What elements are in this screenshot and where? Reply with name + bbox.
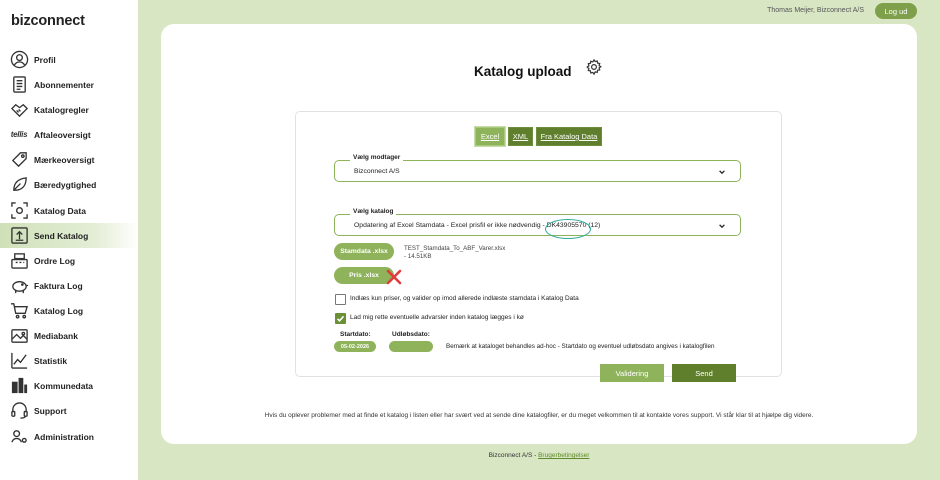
chevron-down-icon <box>719 224 725 229</box>
gear-icon[interactable] <box>585 58 603 76</box>
validate-button[interactable]: Validering <box>600 364 664 382</box>
sidebar: bizconnect Profil Abonnementer Katalogre… <box>0 0 138 480</box>
sidebar-item-faktura-log[interactable]: Faktura Log <box>0 273 138 298</box>
sidebar-item-support[interactable]: Support <box>0 398 138 423</box>
chevron-down-icon <box>719 170 725 175</box>
sidebar-item-label: Statistik <box>34 355 68 366</box>
footer-company: Bizconnect A/S <box>488 452 533 459</box>
sidebar-item-label: Mediabank <box>34 330 78 341</box>
upload-form: Excel XML Fra Katalog Data Vælg modtager… <box>295 111 782 382</box>
receiver-select[interactable]: Vælg modtager Bizconnect A/S <box>334 154 741 182</box>
sidebar-item-label: Send Katalog <box>34 230 89 241</box>
footer: Bizconnect A/S - Brugerbetingelser <box>138 452 940 459</box>
fix-warnings-label: Lad mig rette eventuelle advarsler inden… <box>350 314 524 321</box>
tab-excel[interactable]: Excel <box>475 127 505 146</box>
sidebar-item-katalogregler[interactable]: Katalogregler <box>0 97 138 122</box>
sidebar-item-label: Katalogregler <box>34 104 89 115</box>
scan-icon <box>9 201 29 221</box>
catalog-legend: Vælg katalog <box>350 208 397 215</box>
receiver-legend: Vælg modtager <box>350 154 404 161</box>
shopping-cart-icon <box>9 301 29 321</box>
tag-icon <box>9 150 29 170</box>
sidebar-item-maerkeoversigt[interactable]: Mærkeoversigt <box>0 147 138 172</box>
sidebar-item-kommunedata[interactable]: Kommunedata <box>0 373 138 398</box>
image-folder-icon <box>9 326 29 346</box>
file-name: TEST_Stamdata_To_ABF_Varer.xlsx <box>404 245 506 252</box>
sidebar-item-label: Administration <box>34 431 94 442</box>
sidebar-item-mediabank[interactable]: Mediabank <box>0 323 138 348</box>
checkmark-icon <box>336 315 345 322</box>
user-circle-icon <box>9 50 29 70</box>
sidebar-item-label: Abonnementer <box>34 79 94 90</box>
send-button[interactable]: Send <box>672 364 736 382</box>
prices-only-checkbox[interactable] <box>335 294 346 305</box>
tab-xml[interactable]: XML <box>508 127 533 146</box>
page-title: Katalog upload <box>474 64 572 79</box>
sidebar-item-baeredygtighed[interactable]: Bæredygtighed <box>0 172 138 197</box>
sidebar-item-katalog-data[interactable]: Katalog Data <box>0 198 138 223</box>
prices-only-label: Indlæs kun priser, og valider op imod al… <box>350 295 579 302</box>
headset-icon <box>9 401 29 421</box>
annotation-circle <box>545 219 591 239</box>
sidebar-item-label: Bæredygtighed <box>34 179 97 190</box>
sidebar-item-label: Kommunedata <box>34 380 94 391</box>
sidebar-item-profil[interactable]: Profil <box>0 47 138 72</box>
sidebar-item-administration[interactable]: Administration <box>0 424 138 449</box>
handshake-icon <box>9 100 29 120</box>
sidebar-item-label: Support <box>34 405 67 416</box>
date-note: Bemærk at kataloget behandles ad-hoc - S… <box>446 343 715 350</box>
logout-button[interactable]: Log ud <box>875 3 917 19</box>
chart-icon <box>9 351 29 371</box>
stamdata-upload-button[interactable]: Stamdata .xlsx <box>334 243 394 260</box>
sidebar-item-katalog-log[interactable]: Katalog Log <box>0 298 138 323</box>
piggy-bank-icon <box>9 276 29 296</box>
buildings-icon <box>9 376 29 396</box>
sidebar-item-label: Katalog Data <box>34 205 86 216</box>
sidebar-item-label: Aftaleoversigt <box>34 129 91 140</box>
red-x-annotation-icon <box>386 269 402 285</box>
user-name: Thomas Meijer, Bizconnect A/S <box>767 7 864 14</box>
expiry-date-label: Udløbsdato: <box>392 331 430 338</box>
sidebar-item-label: Faktura Log <box>34 280 83 291</box>
upload-icon <box>9 226 29 246</box>
catalog-select[interactable]: Vælg katalog Opdatering af Excel Stamdat… <box>334 208 741 236</box>
help-text: Hvis du oplever problemer med at finde e… <box>264 412 814 419</box>
sidebar-item-aftaleoversigt[interactable]: tellis Aftaleoversigt <box>0 122 138 147</box>
sidebar-item-statistik[interactable]: Statistik <box>0 348 138 373</box>
tab-fra-katalog-data[interactable]: Fra Katalog Data <box>536 127 602 146</box>
fix-warnings-checkbox[interactable] <box>335 313 346 324</box>
admin-users-icon <box>9 427 29 447</box>
sidebar-item-label: Profil <box>34 54 56 65</box>
cash-register-icon <box>9 251 29 271</box>
main-card: Katalog upload Excel XML Fra Katalog Dat… <box>161 24 917 444</box>
sidebar-item-ordre-log[interactable]: Ordre Log <box>0 248 138 273</box>
sidebar-item-send-katalog[interactable]: Send Katalog <box>0 223 138 248</box>
sidebar-item-label: Katalog Log <box>34 305 84 316</box>
file-info: TEST_Stamdata_To_ABF_Varer.xlsx - 14.51K… <box>404 245 505 261</box>
document-list-icon <box>9 75 29 95</box>
sidebar-item-label: Mærkeoversigt <box>34 154 95 165</box>
bizconnect-logo[interactable]: bizconnect <box>11 13 85 29</box>
tellis-logo-icon: tellis <box>10 130 28 139</box>
sidebar-item-abonnementer[interactable]: Abonnementer <box>0 72 138 97</box>
sidebar-item-label: Ordre Log <box>34 255 76 266</box>
file-size: - 14.51KB <box>404 253 432 260</box>
start-date-input[interactable]: 05-02-2026 <box>334 341 376 352</box>
leaf-icon <box>9 175 29 195</box>
terms-link[interactable]: Brugerbetingelser <box>538 452 589 459</box>
start-date-label: Startdato: <box>340 331 371 338</box>
receiver-value: Bizconnect A/S <box>354 168 400 175</box>
expiry-date-input[interactable] <box>389 341 433 352</box>
